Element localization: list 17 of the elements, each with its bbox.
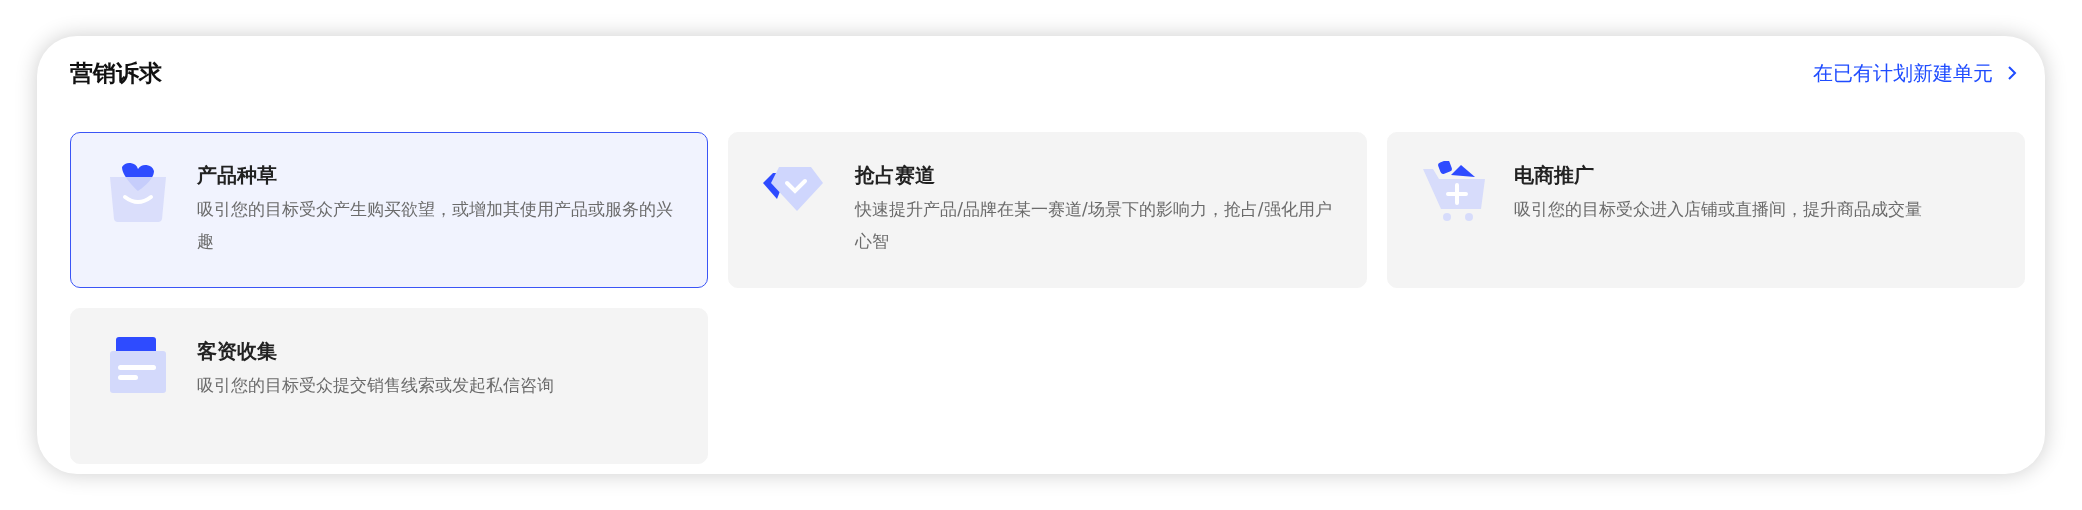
shopping-bag-icon — [108, 161, 168, 223]
option-card[interactable]: 产品种草 吸引您的目标受众产生购买欲望，或增加其使用产品或服务的兴趣 — [70, 132, 709, 288]
folder-icon — [108, 337, 168, 395]
option-title: 电商推广 — [1513, 162, 1595, 189]
option-description: 吸引您的目标受众产生购买欲望，或增加其使用产品或服务的兴趣 — [197, 198, 674, 253]
chevron-right-icon — [2007, 65, 2017, 81]
option-card[interactable]: 抢占赛道 快速提升产品/品牌在某一赛道/场景下的影响力，抢占/强化用户心智 — [728, 132, 1367, 288]
section-title: 营销诉求 — [70, 58, 162, 88]
option-description: 快速提升产品/品牌在某一赛道/场景下的影响力，抢占/强化用户心智 — [855, 198, 1333, 253]
option-title: 客资收集 — [197, 338, 278, 365]
option-title: 抢占赛道 — [855, 162, 937, 189]
option-card[interactable]: 客资收集 吸引您的目标受众提交销售线索或发起私信咨询 — [70, 308, 709, 464]
option-description: 吸引您的目标受众进入店铺或直播间，提升商品成交量 — [1513, 198, 1922, 221]
option-description: 吸引您的目标受众提交销售线索或发起私信咨询 — [197, 374, 554, 397]
option-title: 产品种草 — [197, 162, 278, 189]
option-card[interactable]: 电商推广 吸引您的目标受众进入店铺或直播间，提升商品成交量 — [1386, 132, 2025, 288]
new-unit-link[interactable]: 在已有计划新建单元 — [1813, 59, 2017, 87]
